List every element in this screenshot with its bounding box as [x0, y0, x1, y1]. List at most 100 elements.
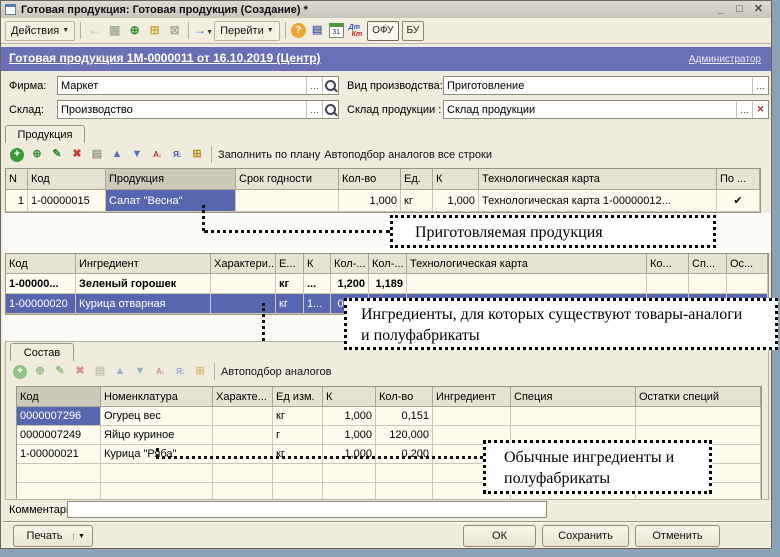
table-cell[interactable]: 1-00000021 — [17, 445, 101, 464]
table-cell[interactable] — [211, 294, 276, 314]
empty-cell[interactable] — [213, 483, 273, 500]
table-cell[interactable] — [211, 274, 276, 294]
table-cell[interactable] — [727, 274, 768, 294]
sort-desc-icon[interactable]: Я↓ — [172, 364, 188, 380]
empty-cell[interactable] — [323, 464, 376, 483]
column-header[interactable]: Технологическая карта — [479, 169, 717, 190]
actions-button[interactable]: Действия▼ — [5, 21, 75, 41]
maximize-button[interactable]: □ — [733, 3, 746, 16]
ok-button[interactable]: ОК — [463, 525, 536, 547]
warehouse-lookup-button[interactable] — [322, 101, 338, 118]
empty-cell[interactable] — [323, 483, 376, 500]
table-cell[interactable]: 1,189 — [369, 274, 407, 294]
table-cell[interactable] — [213, 426, 273, 445]
move-down-icon[interactable]: ▼ — [132, 364, 148, 380]
goto-button[interactable]: Перейти▼ — [214, 21, 280, 41]
column-header[interactable]: Ос... — [727, 254, 768, 274]
table-cell[interactable]: 1,000 — [339, 190, 401, 212]
column-header[interactable]: Продукция — [106, 169, 236, 190]
empty-cell[interactable] — [17, 483, 101, 500]
production-type-select-button[interactable]: … — [752, 77, 768, 94]
bu-toggle[interactable]: БУ — [402, 21, 425, 41]
product-warehouse-input[interactable] — [444, 104, 736, 116]
column-header[interactable]: Характе... — [213, 387, 273, 407]
table-cell[interactable]: кг — [401, 190, 433, 212]
edit-row-icon[interactable]: ✎ — [49, 147, 65, 163]
table-cell[interactable]: Яйцо куриное — [101, 426, 213, 445]
copy-doc-icon[interactable]: ⊞ — [146, 22, 163, 39]
export-icon[interactable]: →▼ — [194, 22, 211, 39]
table-cell[interactable]: 0,151 — [376, 407, 433, 426]
table-cell[interactable]: ✔ — [717, 190, 760, 212]
move-down-icon[interactable]: ▼ — [129, 147, 145, 163]
save-button[interactable]: Сохранить — [542, 525, 629, 547]
empty-cell[interactable] — [273, 483, 323, 500]
empty-cell[interactable] — [376, 464, 433, 483]
move-up-icon[interactable]: ▲ — [109, 147, 125, 163]
move-up-icon[interactable]: ▲ — [112, 364, 128, 380]
column-header[interactable]: Код — [6, 254, 76, 274]
table-cell[interactable] — [511, 407, 636, 426]
autofill-icon[interactable]: ⊞ — [192, 364, 208, 380]
column-header[interactable]: Ко... — [647, 254, 689, 274]
table-cell[interactable] — [636, 407, 761, 426]
calendar-icon[interactable]: 31 — [329, 23, 344, 38]
column-header[interactable]: N — [6, 169, 28, 190]
firm-select-button[interactable]: … — [306, 77, 322, 94]
table-cell[interactable]: ... — [304, 274, 331, 294]
help-icon[interactable]: ? — [291, 23, 306, 38]
table-cell[interactable] — [236, 190, 339, 212]
copy-row-icon[interactable]: ⊕ — [32, 364, 48, 380]
column-header[interactable]: Остатки специй — [636, 387, 761, 407]
table-cell[interactable] — [433, 407, 511, 426]
table-cell[interactable]: г — [273, 426, 323, 445]
ofu-toggle[interactable]: ОФУ — [367, 21, 398, 41]
firm-lookup-button[interactable] — [322, 77, 338, 94]
delete-row-icon[interactable]: ✖ — [69, 147, 85, 163]
table-cell[interactable]: кг — [273, 407, 323, 426]
column-header[interactable]: Специя — [511, 387, 636, 407]
production-type-input[interactable] — [444, 80, 752, 92]
column-header[interactable]: Номенклатура — [101, 387, 213, 407]
column-header[interactable]: Ингредиент — [76, 254, 211, 274]
column-header[interactable]: Характери... — [211, 254, 276, 274]
table-cell[interactable]: 1,000 — [323, 445, 376, 464]
delete-row-icon[interactable]: ✖ — [72, 364, 88, 380]
table-cell[interactable] — [407, 274, 647, 294]
column-header[interactable]: К — [323, 387, 376, 407]
table-cell[interactable]: кг — [276, 294, 304, 314]
print-button[interactable]: Печать▼ — [13, 525, 93, 547]
table-cell[interactable]: 1,000 — [323, 426, 376, 445]
table-cell[interactable]: 0,200 — [376, 445, 433, 464]
minimize-button[interactable]: _ — [714, 3, 727, 16]
column-header[interactable]: Код — [28, 169, 106, 190]
tab-products[interactable]: Продукция — [5, 125, 85, 143]
auto-analogs-all-button[interactable]: Автоподбор аналогов все строки — [324, 149, 492, 161]
warehouse-input[interactable] — [58, 104, 306, 116]
document-icon[interactable]: ▤ — [309, 22, 326, 39]
column-header[interactable]: Кол-... — [369, 254, 407, 274]
table-cell[interactable] — [213, 445, 273, 464]
table-cell[interactable] — [689, 274, 727, 294]
clear-icon[interactable]: ✕ — [752, 101, 768, 118]
table-cell[interactable]: 0000007249 — [17, 426, 101, 445]
column-header[interactable]: Кол-во — [376, 387, 433, 407]
table-cell[interactable] — [213, 407, 273, 426]
close-button[interactable]: ✕ — [752, 3, 765, 16]
cancel-button[interactable]: Отменить — [635, 525, 720, 547]
table-cell[interactable]: Курица отварная — [76, 294, 211, 314]
sort-asc-icon[interactable]: А↓ — [149, 147, 165, 163]
empty-cell[interactable] — [101, 464, 213, 483]
dt-kt-icon[interactable]: ДтКт — [349, 24, 363, 38]
table-cell[interactable]: Технологическая карта 1-00000012... — [479, 190, 717, 212]
column-header[interactable]: По ... — [717, 169, 760, 190]
new-doc-icon[interactable]: ⊕ — [126, 22, 143, 39]
autofill-icon[interactable]: ⊞ — [189, 147, 205, 163]
copy-row-icon[interactable]: ⊕ — [29, 147, 45, 163]
column-header[interactable]: Ед. — [401, 169, 433, 190]
column-header[interactable]: Кол-... — [331, 254, 369, 274]
column-header[interactable]: К — [304, 254, 331, 274]
column-header[interactable]: Ингредиент — [433, 387, 511, 407]
table-cell[interactable]: 1-00000... — [6, 274, 76, 294]
table-cell[interactable]: 1,000 — [323, 407, 376, 426]
